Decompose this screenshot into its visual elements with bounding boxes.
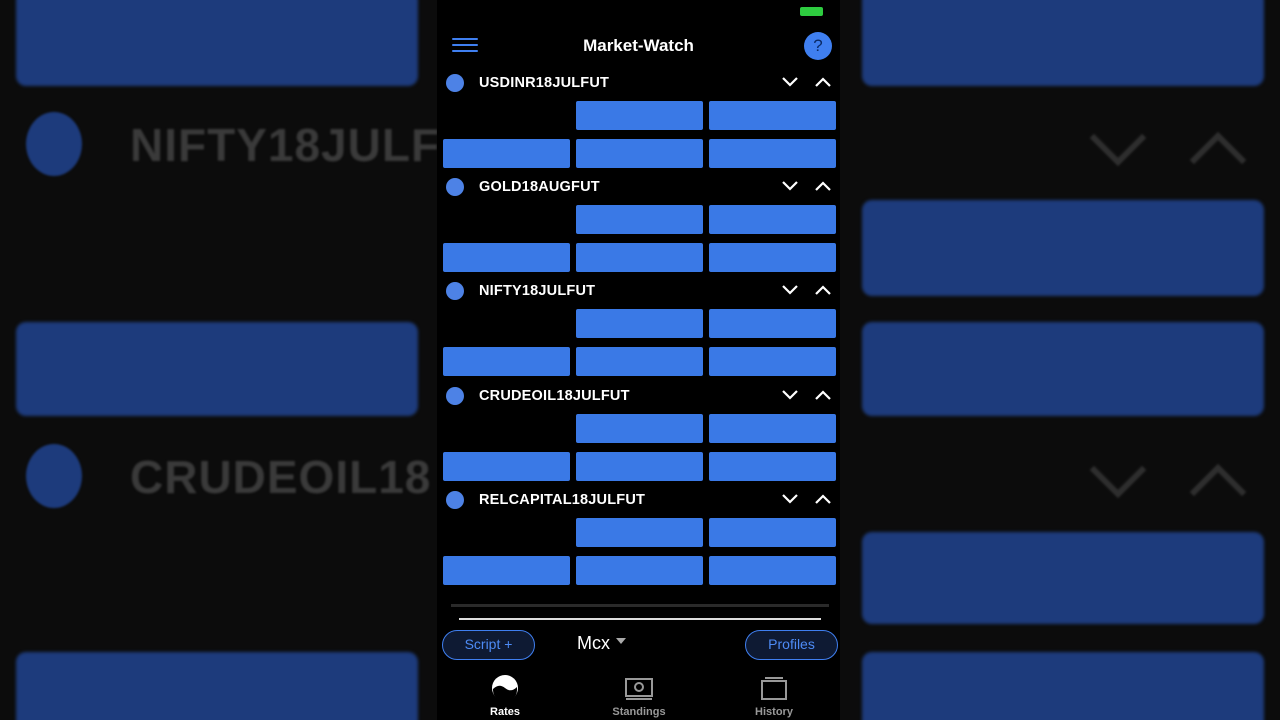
tab-history[interactable]: History (734, 670, 814, 720)
bg-circle (26, 112, 82, 176)
rate-cell[interactable] (576, 243, 703, 272)
page-title: Market-Watch (583, 36, 694, 55)
tab-standings[interactable]: Standings (599, 670, 679, 720)
rate-cell[interactable] (576, 518, 703, 547)
symbol-name: RELCAPITAL18JULFUT (479, 492, 646, 508)
rate-cell[interactable] (709, 243, 836, 272)
chevron-up-icon[interactable] (814, 388, 832, 402)
watchlist-row[interactable]: CRUDEOIL18JULFUT (437, 385, 840, 489)
chevron-down-icon[interactable] (781, 179, 799, 193)
status-dot (446, 387, 464, 405)
bg-block (862, 652, 1264, 720)
bg-block (862, 200, 1264, 296)
scroll-footer (451, 604, 829, 620)
battery-icon (800, 7, 823, 16)
rates-icon (492, 675, 518, 702)
phone-screen: Market-Watch ? USDINR18JULFUT GOLD18AUGFU… (437, 0, 840, 720)
chevron-up-icon[interactable] (814, 492, 832, 506)
tab-label: Rates (490, 706, 520, 718)
chevron-up-icon[interactable] (814, 75, 832, 89)
bg-chevron-down-icon (1089, 109, 1147, 167)
rate-cell[interactable] (576, 556, 703, 585)
bg-chevron-up-icon (1189, 463, 1247, 521)
profiles-button[interactable]: Profiles (745, 630, 838, 660)
rate-cell[interactable] (709, 414, 836, 443)
rate-cell[interactable] (709, 347, 836, 376)
rate-cell[interactable] (576, 205, 703, 234)
bg-chevron-up-icon (1189, 131, 1247, 189)
rate-cell[interactable] (709, 139, 836, 168)
status-dot (446, 282, 464, 300)
bg-block (862, 322, 1264, 416)
bg-block (16, 0, 418, 86)
symbol-name: NIFTY18JULFUT (479, 283, 596, 299)
rate-cell[interactable] (576, 347, 703, 376)
bg-circle (26, 444, 82, 508)
watchlist-row[interactable]: GOLD18AUGFUT (437, 176, 840, 280)
watchlist-row[interactable]: USDINR18JULFUT (437, 72, 840, 176)
bg-block (862, 532, 1264, 624)
exchange-selector[interactable]: Mcx (577, 633, 626, 654)
rate-cell[interactable] (709, 205, 836, 234)
tab-bar: Rates Standings History (437, 670, 840, 720)
rate-cell[interactable] (709, 309, 836, 338)
rate-cell[interactable] (576, 414, 703, 443)
bg-symbol-1: NIFTY18JULF (130, 119, 440, 171)
rate-cell[interactable] (709, 101, 836, 130)
rate-cell[interactable] (443, 347, 570, 376)
app-header: Market-Watch ? (437, 28, 840, 62)
chevron-down-icon[interactable] (781, 283, 799, 297)
bg-chevron-down-icon (1089, 441, 1147, 499)
bg-block (862, 0, 1264, 86)
symbol-name: GOLD18AUGFUT (479, 179, 600, 195)
chevron-down-icon[interactable] (781, 388, 799, 402)
rate-cell[interactable] (576, 139, 703, 168)
symbol-name: CRUDEOIL18JULFUT (479, 388, 630, 404)
rate-cell[interactable] (443, 139, 570, 168)
rate-cell[interactable] (576, 309, 703, 338)
status-dot (446, 178, 464, 196)
bottom-controls: Script + Mcx Profiles (437, 630, 840, 662)
status-dot (446, 74, 464, 92)
tab-label: Standings (612, 706, 666, 718)
rate-cell[interactable] (709, 518, 836, 547)
chevron-up-icon[interactable] (814, 283, 832, 297)
rate-cell[interactable] (709, 452, 836, 481)
status-dot (446, 491, 464, 509)
background-right (840, 0, 1280, 720)
rate-cell[interactable] (443, 556, 570, 585)
rate-cell[interactable] (443, 452, 570, 481)
tab-label: History (755, 706, 793, 718)
chevron-up-icon[interactable] (814, 179, 832, 193)
bg-block (16, 652, 418, 720)
watchlist-row[interactable]: NIFTY18JULFUT (437, 280, 840, 384)
bg-symbol-2: CRUDEOIL18 (130, 451, 432, 503)
add-script-button[interactable]: Script + (442, 630, 535, 660)
rate-cell[interactable] (576, 101, 703, 130)
help-icon[interactable]: ? (804, 32, 832, 60)
standings-icon (625, 678, 653, 700)
tab-rates[interactable]: Rates (465, 670, 545, 720)
background-left: NIFTY18JULF CRUDEOIL18 (0, 0, 440, 720)
watchlist-row[interactable]: RELCAPITAL18JULFUT (437, 489, 840, 593)
rate-cell[interactable] (443, 243, 570, 272)
symbol-name: USDINR18JULFUT (479, 75, 610, 91)
rate-cell[interactable] (576, 452, 703, 481)
rate-cell[interactable] (709, 556, 836, 585)
chevron-down-icon[interactable] (781, 492, 799, 506)
history-icon (761, 677, 787, 700)
caret-down-icon (616, 638, 626, 645)
exchange-label: Mcx (577, 633, 610, 653)
bg-block (16, 322, 418, 416)
chevron-down-icon[interactable] (781, 75, 799, 89)
